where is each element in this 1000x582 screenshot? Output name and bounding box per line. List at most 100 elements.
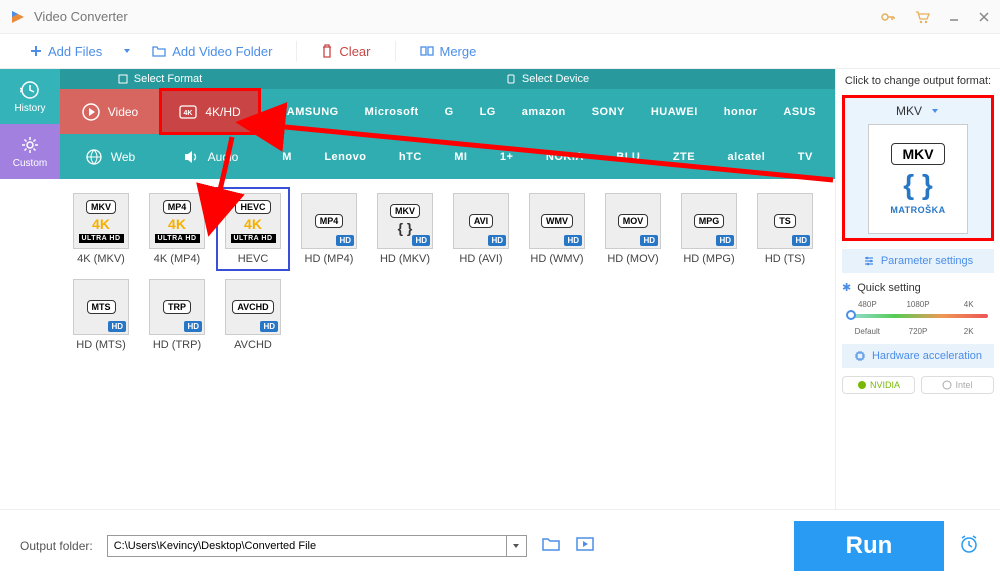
speaker-icon	[182, 148, 200, 166]
cart-icon[interactable]	[914, 9, 930, 25]
run-button[interactable]: Run	[794, 521, 944, 571]
clear-label: Clear	[339, 44, 370, 59]
sliders-icon	[863, 255, 875, 267]
clear-button[interactable]: Clear	[311, 40, 380, 63]
brand-m[interactable]: M	[282, 151, 292, 163]
brand-amazon[interactable]: amazon	[522, 106, 566, 118]
add-folder-label: Add Video Folder	[172, 44, 272, 59]
chevron-down-icon	[512, 542, 520, 550]
right-panel: Click to change output format: MKV MKV {…	[835, 69, 1000, 509]
chevron-down-icon	[122, 46, 132, 56]
key-icon[interactable]	[880, 9, 896, 25]
format-label: HD (WMV)	[530, 253, 583, 265]
format-item-hd-mts-[interactable]: MTSHDHD (MTS)	[66, 275, 136, 355]
brand-htc[interactable]: hTC	[399, 151, 422, 163]
merge-button[interactable]: Merge	[410, 40, 487, 63]
format-item-hd-wmv-[interactable]: WMVHDHD (WMV)	[522, 189, 592, 269]
brand-alcatel[interactable]: alcatel	[728, 151, 766, 163]
format-label: 4K (MP4)	[154, 253, 200, 265]
brand-lenovo[interactable]: Lenovo	[324, 151, 366, 163]
video-folder-icon[interactable]	[575, 536, 595, 557]
format-item-hd-trp-[interactable]: TRPHDHD (TRP)	[142, 275, 212, 355]
format-item-hd-ts-[interactable]: TSHDHD (TS)	[750, 189, 820, 269]
brand-microsoft[interactable]: Microsoft	[365, 106, 419, 118]
history-label: History	[14, 103, 45, 114]
4k-hd-category[interactable]: 4K 4K/HD	[160, 89, 260, 134]
output-folder-label: Output folder:	[20, 539, 93, 553]
toolbar: Add Files Add Video Folder Clear Merge	[0, 34, 1000, 69]
add-files-button[interactable]: Add Files	[20, 40, 112, 63]
parameter-settings-button[interactable]: Parameter settings	[842, 249, 994, 273]
format-item-4k-mp4-[interactable]: MP44KULTRA HD4K (MP4)	[142, 189, 212, 269]
separator	[395, 41, 396, 61]
gear-icon	[20, 135, 40, 155]
custom-label: Custom	[13, 158, 47, 169]
hardware-accel-button[interactable]: Hardware acceleration	[842, 344, 994, 368]
close-icon[interactable]	[978, 11, 990, 23]
separator	[296, 41, 297, 61]
format-grid: MKV4KULTRA HD4K (MKV)MP44KULTRA HD4K (MP…	[60, 179, 835, 509]
brand-blu[interactable]: BLU	[616, 151, 640, 163]
ribbon-row-2: Web Audio M Lenovo hTC MI 1+ NOKIA BLU ZTE alcat…	[60, 134, 835, 179]
format-item-hevc[interactable]: HEVC4KULTRA HDHEVC	[218, 189, 288, 269]
format-label: HD (MTS)	[76, 339, 126, 351]
brand-zte[interactable]: ZTE	[673, 151, 695, 163]
audio-category[interactable]: Audio	[160, 134, 260, 179]
format-item-hd-mkv-[interactable]: MKV{ }HDHD (MKV)	[370, 189, 440, 269]
nvidia-chip[interactable]: NVIDIA	[842, 376, 915, 394]
format-item-hd-mpg-[interactable]: MPGHDHD (MPG)	[674, 189, 744, 269]
format-label: HD (TS)	[765, 253, 805, 265]
output-folder-dropdown[interactable]	[506, 536, 526, 556]
brand-nokia[interactable]: NOKIA	[546, 151, 584, 163]
history-icon	[20, 80, 40, 100]
brand-1+[interactable]: 1+	[500, 151, 514, 163]
format-label: HD (TRP)	[153, 339, 201, 351]
brand-samsung[interactable]: SAMSUNG	[279, 106, 339, 118]
globe-icon	[85, 148, 103, 166]
history-tab[interactable]: History	[0, 69, 60, 124]
output-format-select[interactable]: MKV	[890, 102, 946, 120]
trash-icon	[321, 44, 333, 58]
play-icon	[82, 103, 100, 121]
chevron-down-icon	[930, 106, 940, 116]
format-label: HD (MKV)	[380, 253, 430, 265]
add-video-folder-button[interactable]: Add Video Folder	[142, 40, 282, 63]
select-format-header: Select Format	[60, 69, 260, 89]
slider-thumb[interactable]	[846, 310, 856, 320]
video-category[interactable]: Video	[60, 89, 160, 134]
format-label: HEVC	[238, 253, 269, 265]
web-category[interactable]: Web	[60, 134, 160, 179]
output-format-title: Click to change output format:	[842, 75, 994, 87]
brand-tv[interactable]: TV	[798, 151, 813, 163]
brand-g[interactable]: G	[445, 106, 454, 118]
browse-folder-icon[interactable]	[541, 536, 561, 557]
output-folder-input[interactable]	[107, 535, 527, 557]
add-files-dropdown[interactable]	[118, 42, 136, 60]
custom-tab[interactable]: Custom	[0, 124, 60, 179]
brands-row-1: SAMSUNG Microsoft G LG amazon SONY HUAWEI honor…	[260, 106, 835, 118]
format-item-hd-mp4-[interactable]: MP4HDHD (MP4)	[294, 189, 364, 269]
plus-icon	[30, 45, 42, 57]
brand-huawei[interactable]: HUAWEI	[651, 106, 698, 118]
brand-honor[interactable]: honor	[724, 106, 758, 118]
format-item-hd-mov-[interactable]: MOVHDHD (MOV)	[598, 189, 668, 269]
quality-slider[interactable]: 480P1080P4K Default720P2K	[842, 300, 994, 336]
intel-icon	[942, 380, 952, 390]
ribbon-row-1: Video 4K 4K/HD SAMSUNG Microsoft G LG amazon…	[60, 89, 835, 134]
format-label: 4K (MKV)	[77, 253, 125, 265]
brands-row-2: M Lenovo hTC MI 1+ NOKIA BLU ZTE alcatel TV	[260, 151, 835, 163]
minimize-icon[interactable]	[948, 11, 960, 23]
format-item-avchd[interactable]: AVCHDHDAVCHD	[218, 275, 288, 355]
brand-mi[interactable]: MI	[454, 151, 467, 163]
format-item-hd-avi-[interactable]: AVIHDHD (AVI)	[446, 189, 516, 269]
brand-lg[interactable]: LG	[480, 106, 496, 118]
format-item-4k-mkv-[interactable]: MKV4KULTRA HD4K (MKV)	[66, 189, 136, 269]
alarm-icon[interactable]	[958, 533, 980, 560]
output-format-box[interactable]: MKV MKV { } MATROŠKA	[842, 95, 994, 241]
output-folder-field[interactable]	[108, 536, 506, 556]
brand-asus[interactable]: ASUS	[783, 106, 816, 118]
quick-setting-section: ✱ Quick setting 480P1080P4K Default720P2…	[842, 281, 994, 336]
intel-chip[interactable]: Intel	[921, 376, 994, 394]
brand-sony[interactable]: SONY	[592, 106, 625, 118]
titlebar: Video Converter	[0, 0, 1000, 34]
